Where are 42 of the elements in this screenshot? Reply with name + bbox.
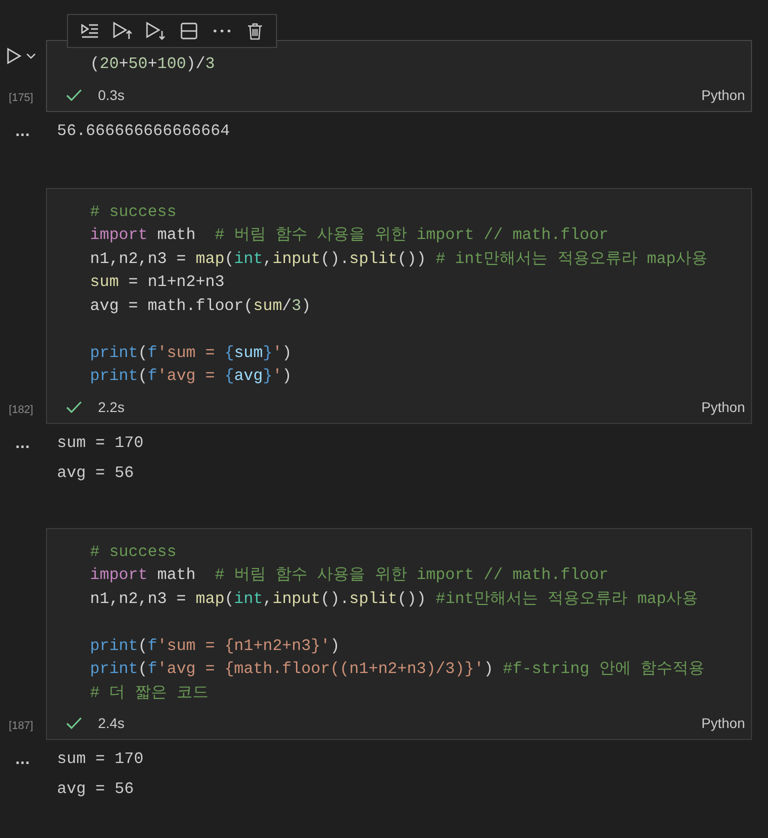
chevron-down-icon [26, 53, 36, 59]
delete-icon [246, 22, 262, 40]
language-label[interactable]: Python [701, 715, 745, 731]
code-cell[interactable]: (20+50+100)/3 0.3s Python [46, 40, 752, 112]
output-line: avg = 56 [57, 779, 135, 800]
code-line: avg = math.floor(sum/3) [90, 296, 312, 316]
execution-time: 0.3s [98, 86, 124, 102]
output-menu-button[interactable]: ... [15, 430, 30, 460]
execution-time: 2.2s [98, 398, 124, 414]
language-label[interactable]: Python [701, 86, 745, 102]
code-line: import math # 버림 함수 사용을 위한 import // math.floor [90, 225, 610, 246]
output-line: sum = 170 [57, 432, 144, 454]
code-line: (20+50+100)/3 [90, 54, 216, 75]
output-line: sum = 170 [57, 749, 144, 770]
code-line: n1,n2,n3 = map(int,input().split()) #int만해서는 적용오류라 map사용 [90, 588, 700, 610]
code-line: print(f'avg = {avg}') [90, 366, 293, 387]
code-line: # 더 짧은 코드 [90, 682, 210, 704]
language-label[interactable]: Python [701, 398, 745, 414]
run-lines-icon [80, 22, 100, 40]
code-cell[interactable] [46, 188, 752, 424]
execution-count: [182] [8, 402, 34, 418]
code-line: # success [90, 202, 178, 222]
output-line: 56.666666666666664 [57, 120, 230, 142]
output-line: avg = 56 [57, 462, 135, 484]
code-line: n1,n2,n3 = map(int,input().split()) # int만해서는 적용오류라 map사용 [90, 248, 709, 270]
run-options-button[interactable] [24, 51, 38, 61]
execution-count: [187] [8, 719, 34, 734]
code-line: print(f'sum = {n1+n2+n3}') [90, 636, 341, 656]
execution-time: 2.4s [98, 715, 124, 731]
execution-count: [175] [8, 90, 34, 106]
code-line: import math # 버림 함수 사용을 위한 import // math.floor [90, 565, 610, 586]
run-below-icon [144, 21, 166, 41]
output-menu-button[interactable]: ... [15, 118, 30, 148]
code-line: print(f'avg = {math.floor((n1+n2+n3)/3)}') #f-string 안에 함수적용 [90, 659, 706, 680]
more-icon [212, 29, 230, 33]
code-line: # success [90, 542, 178, 562]
split-cell-icon [180, 22, 198, 40]
code-line: sum = n1+n2+n3 [90, 272, 226, 293]
code-line: print(f'sum = {sum}') [90, 342, 293, 364]
output-menu-button[interactable]: ... [15, 746, 30, 776]
code-cell[interactable] [46, 528, 752, 740]
run-above-icon [112, 21, 134, 41]
